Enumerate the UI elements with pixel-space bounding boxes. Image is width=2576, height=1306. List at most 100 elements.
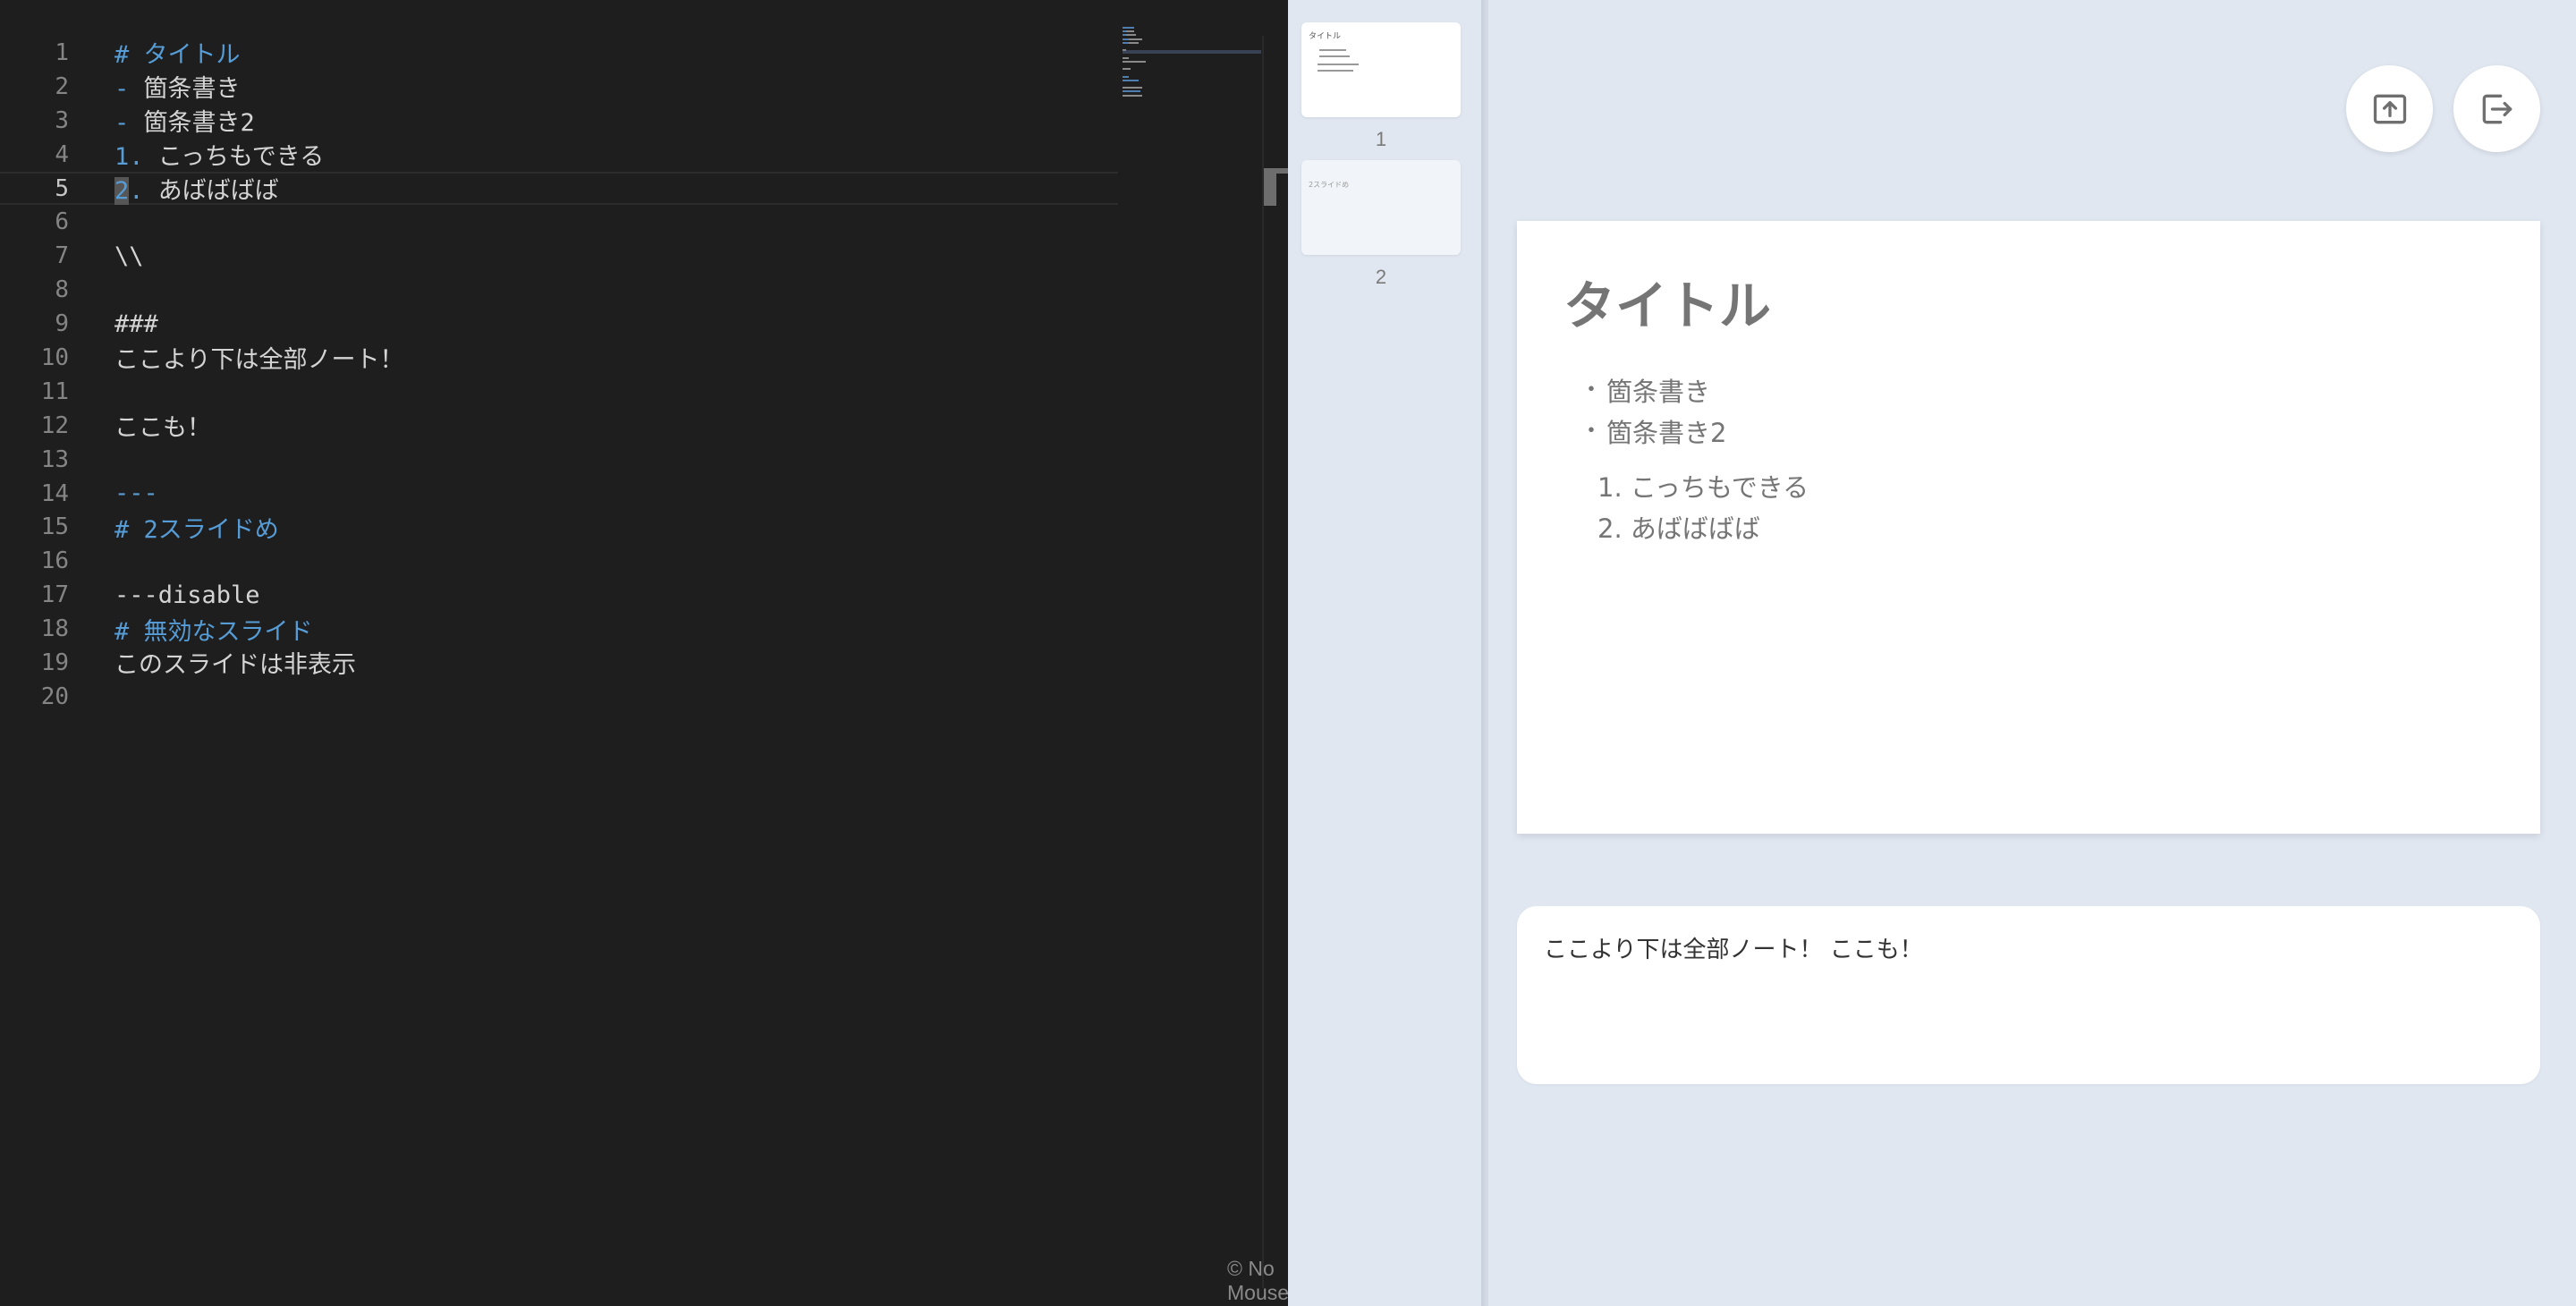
editor-line[interactable]: 4 1. こっちもできる bbox=[0, 138, 1118, 172]
thumbnail-text-line bbox=[1318, 64, 1359, 65]
editor-line[interactable]: 6 bbox=[0, 205, 1118, 239]
code-token: - bbox=[114, 75, 144, 104]
copyright-text: © No Mouse bbox=[1227, 1257, 1288, 1304]
code-token: ここより下は全部ノート！ bbox=[114, 346, 404, 375]
line-number: 17 bbox=[40, 581, 69, 609]
editor-line[interactable]: 10 ここより下は全部ノート！ bbox=[0, 341, 1118, 375]
minimap-viewport[interactable] bbox=[1123, 50, 1261, 54]
minimap-glyph bbox=[1123, 90, 1140, 93]
slide-numbered-item: 1. こっちもできる bbox=[1597, 472, 1809, 503]
scroll-marker-cap bbox=[1264, 168, 1288, 174]
line-number: 19 bbox=[40, 649, 69, 676]
code-token: あばばばば bbox=[157, 177, 279, 205]
editor-line[interactable]: 18 # 無効なスライド bbox=[0, 612, 1118, 646]
line-number: 13 bbox=[40, 445, 69, 473]
minimap-glyph bbox=[1123, 87, 1142, 89]
line-number: 8 bbox=[55, 276, 69, 304]
editor-line[interactable]: 16 bbox=[0, 544, 1118, 578]
thumbnail-text-line bbox=[1318, 70, 1353, 72]
thumbnail-text-line bbox=[1319, 55, 1350, 57]
code-token: . bbox=[129, 177, 158, 205]
line-content[interactable]: 2. あばばばば bbox=[114, 171, 279, 206]
code-token: # タイトル bbox=[114, 41, 241, 70]
minimap-glyph bbox=[1123, 60, 1147, 63]
upload-button[interactable] bbox=[2346, 65, 2433, 152]
line-content[interactable]: このスライドは非表示 bbox=[114, 645, 356, 680]
slide-title: タイトル bbox=[1563, 276, 1772, 336]
minimap-glyph bbox=[1128, 41, 1139, 44]
pane-divider[interactable] bbox=[1481, 0, 1488, 1306]
editor-lines[interactable]: 1 # タイトル 2 - 箇条書き 3- 箇条書き2 4 1. こっちもできる 5 2. あばば… bbox=[0, 36, 1118, 714]
line-number: 2 bbox=[55, 72, 69, 100]
slide-thumbnail-1[interactable]: タイトル bbox=[1301, 22, 1461, 117]
line-number: 6 bbox=[55, 208, 69, 236]
editor-line[interactable]: 13 bbox=[0, 443, 1118, 477]
minimap-glyph bbox=[1123, 38, 1129, 40]
line-content[interactable]: # タイトル bbox=[114, 35, 241, 70]
line-number: 5 bbox=[55, 174, 69, 202]
slide-preview[interactable]: タイトル 箇条書き 箇条書き2 1. こっちもできる 2. あばばばば bbox=[1517, 221, 2540, 834]
code-token: このスライドは非表示 bbox=[114, 651, 356, 680]
line-content[interactable]: - 箇条書き2 bbox=[114, 103, 255, 138]
editor-line[interactable]: 7 \\ bbox=[0, 239, 1118, 273]
editor-line[interactable]: 9 ### bbox=[0, 307, 1118, 341]
code-token: ---disable bbox=[114, 581, 260, 609]
line-number: 4 bbox=[55, 140, 69, 168]
speaker-notes-text: ここより下は全部ノート！ ここも！ bbox=[1544, 937, 1923, 963]
markdown-editor[interactable]: 1 # タイトル 2 - 箇条書き 3- 箇条書き2 4 1. こっちもできる 5 2. あばば… bbox=[0, 0, 1288, 1306]
editor-line[interactable]: 3 - 箇条書き2 bbox=[0, 104, 1118, 138]
line-number: 18 bbox=[40, 615, 69, 643]
scroll-marker[interactable] bbox=[1264, 168, 1276, 206]
thumbnail-number-2: 2 bbox=[1375, 266, 1387, 288]
code-token: # 無効なスライド bbox=[114, 617, 313, 646]
editor-scrollbar[interactable] bbox=[1262, 36, 1264, 1288]
line-number: 12 bbox=[40, 411, 69, 439]
editor-line[interactable]: 11 bbox=[0, 375, 1118, 409]
slide-thumbnail-2[interactable]: 2スライドめ bbox=[1301, 160, 1461, 255]
line-content[interactable]: --- bbox=[114, 479, 158, 507]
editor-line[interactable]: 8 bbox=[0, 273, 1118, 307]
line-content[interactable]: ここも！ bbox=[114, 408, 211, 443]
minimap-glyph bbox=[1123, 68, 1131, 71]
editor-line[interactable]: 15 # 2スライドめ bbox=[0, 510, 1118, 544]
minimap-glyph bbox=[1123, 27, 1135, 29]
thumbnail-title: タイトル bbox=[1309, 32, 1342, 41]
editor-line[interactable]: 12 ここも！ bbox=[0, 409, 1118, 443]
code-token: - bbox=[114, 109, 144, 138]
line-number: 20 bbox=[40, 683, 69, 710]
code-token: 2 bbox=[114, 177, 130, 205]
code-token: こっちもできる bbox=[157, 143, 325, 172]
line-number: 1 bbox=[55, 38, 69, 66]
line-content[interactable]: # 無効なスライド bbox=[114, 612, 313, 647]
line-number: 14 bbox=[40, 479, 69, 507]
minimap-glyph bbox=[1126, 34, 1137, 37]
minimap[interactable] bbox=[1123, 27, 1261, 125]
editor-line[interactable]: 20 bbox=[0, 680, 1118, 714]
line-number: 15 bbox=[40, 513, 69, 541]
speaker-notes[interactable]: ここより下は全部ノート！ ここも！ bbox=[1517, 906, 2540, 1084]
editor-line[interactable]: 5 2. あばばばば bbox=[0, 171, 1118, 206]
thumbnail-text-line bbox=[1319, 49, 1346, 51]
editor-line[interactable]: 17 ---disable bbox=[0, 578, 1118, 612]
app-root: 1 # タイトル 2 - 箇条書き 3- 箇条書き2 4 1. こっちもできる 5 2. あばば… bbox=[0, 0, 2576, 1306]
slide-thumbnail-list: タイトル 1 2スライドめ 2 bbox=[1288, 0, 1481, 1306]
line-number: 10 bbox=[40, 343, 69, 371]
line-content[interactable]: # 2スライドめ bbox=[114, 510, 279, 545]
line-content[interactable]: ここより下は全部ノート！ bbox=[114, 340, 403, 375]
editor-line[interactable]: 19 このスライドは非表示 bbox=[0, 646, 1118, 680]
line-number: 11 bbox=[40, 377, 69, 405]
code-token: ここも！ bbox=[114, 414, 211, 443]
line-content[interactable]: - 箇条書き bbox=[114, 69, 241, 104]
thumbnail-number-1: 1 bbox=[1375, 128, 1387, 150]
editor-line[interactable]: 1 # タイトル bbox=[0, 36, 1118, 70]
line-number: 9 bbox=[55, 310, 69, 338]
line-content[interactable]: ---disable bbox=[114, 581, 260, 609]
editor-line[interactable]: 2 - 箇条書き bbox=[0, 70, 1118, 104]
editor-line[interactable]: 14 --- bbox=[0, 477, 1118, 511]
line-number: 16 bbox=[40, 547, 69, 575]
line-content[interactable]: \\ bbox=[114, 242, 144, 270]
line-content[interactable]: ### bbox=[114, 310, 158, 338]
upload-icon bbox=[2373, 94, 2406, 123]
line-content[interactable]: 1. こっちもできる bbox=[114, 137, 324, 172]
exit-button[interactable] bbox=[2453, 65, 2540, 152]
